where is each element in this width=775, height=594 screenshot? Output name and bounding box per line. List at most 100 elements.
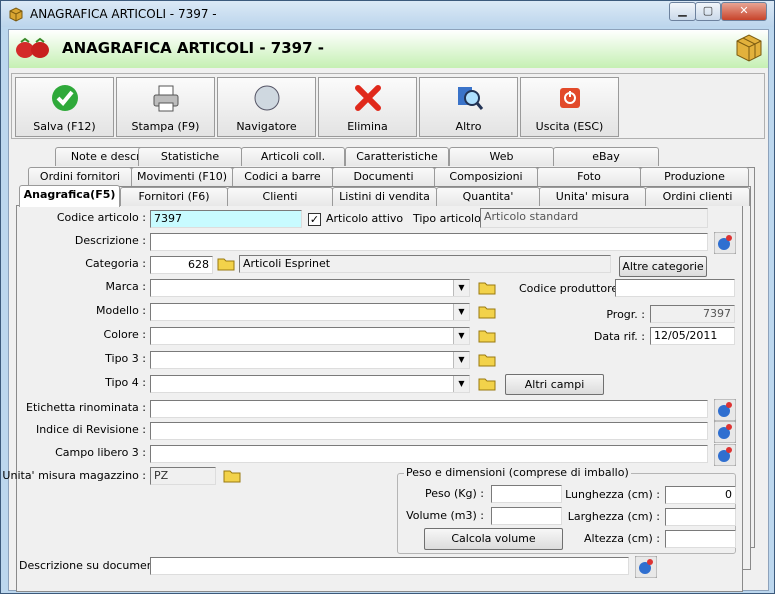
categoria-code-field[interactable]: 628 <box>150 256 213 274</box>
tab-listini[interactable]: Listini di vendita <box>332 187 437 206</box>
lunghezza-field[interactable]: 0 <box>665 486 736 504</box>
tipo-articolo-label: Tipo articolo : <box>413 212 489 225</box>
tab-ordini-clienti[interactable]: Ordini clienti <box>645 187 750 206</box>
minimize-button[interactable]: ▁ <box>669 2 696 21</box>
tab-statistiche[interactable]: Statistiche <box>138 147 242 166</box>
colore-label: Colore : <box>103 328 146 341</box>
tab-produzione[interactable]: Produzione <box>640 167 749 186</box>
peso-label: Peso (Kg) : <box>425 487 484 500</box>
print-button[interactable]: Stampa (F9) <box>116 77 215 137</box>
colore-folder-icon[interactable] <box>477 327 497 345</box>
colore-select[interactable]: ▼ <box>150 327 470 345</box>
peso-group-title: Peso e dimensioni (comprese di imballo) <box>404 466 631 479</box>
tab-caratteristiche[interactable]: Caratteristiche <box>345 147 449 166</box>
um-field: PZ <box>150 467 216 485</box>
app-box-icon <box>9 7 23 22</box>
delete-label: Elimina <box>347 120 388 133</box>
codice-field[interactable]: 7397 <box>150 210 302 228</box>
delete-x-icon <box>355 85 381 111</box>
marca-folder-icon[interactable] <box>477 279 497 297</box>
globe-icon[interactable] <box>635 556 657 578</box>
save-label: Salva (F12) <box>33 120 96 133</box>
title-bar[interactable]: ANAGRAFICA ARTICOLI - 7397 - ▁ ▢ ✕ <box>1 1 774 27</box>
categoria-folder-icon[interactable] <box>216 255 236 273</box>
peso-field[interactable] <box>491 485 562 503</box>
altezza-field[interactable] <box>665 530 736 548</box>
toolbar: Salva (F12) Stampa (F9) Navigatore Elimi… <box>11 73 765 139</box>
attivo-label: Articolo attivo <box>326 212 404 225</box>
tipo4-folder-icon[interactable] <box>477 375 497 393</box>
codice-produttore-label: Codice produttore : <box>519 282 626 295</box>
globe-icon[interactable] <box>714 232 736 254</box>
tab-unita-misura[interactable]: Unita' misura <box>539 187 646 206</box>
modello-folder-icon[interactable] <box>477 303 497 321</box>
tipo-articolo-field[interactable]: Articolo standard <box>480 208 708 228</box>
modello-select[interactable]: ▼ <box>150 303 470 321</box>
um-label: Unita' misura magazzino : <box>2 469 146 482</box>
peso-dimensioni-group: Peso e dimensioni (comprese di imballo) … <box>397 466 736 554</box>
globe-icon[interactable] <box>714 399 736 421</box>
campo3-label: Campo libero 3 : <box>55 446 146 459</box>
check-icon <box>52 85 78 111</box>
attivo-checkbox[interactable]: ✓ <box>308 213 321 226</box>
close-button[interactable]: ✕ <box>721 2 767 21</box>
tab-foto[interactable]: Foto <box>537 167 641 186</box>
delete-button[interactable]: Elimina <box>318 77 417 137</box>
tab-quantita[interactable]: Quantita' <box>436 187 540 206</box>
anagrafica-page: Codice articolo : 7397 ✓ Articolo attivo… <box>2 205 743 592</box>
um-folder-icon[interactable] <box>222 467 242 485</box>
indice-field[interactable] <box>150 422 708 440</box>
printer-icon <box>153 85 179 112</box>
descrizione-label: Descrizione : <box>74 234 146 247</box>
chevron-down-icon[interactable]: ▼ <box>453 328 469 344</box>
exit-label: Uscita (ESC) <box>535 120 604 133</box>
categoria-label: Categoria : <box>85 257 146 270</box>
chevron-down-icon[interactable]: ▼ <box>453 280 469 296</box>
codice-produttore-field[interactable] <box>615 279 735 297</box>
globe-icon[interactable] <box>714 444 736 466</box>
etichetta-field[interactable] <box>150 400 708 418</box>
tipo3-folder-icon[interactable] <box>477 351 497 369</box>
tab-anagrafica[interactable]: Anagrafica(F5) <box>19 185 120 207</box>
desc-doc-label: Descrizione su documenti: <box>19 559 165 572</box>
altre-categorie-button[interactable]: Altre categorie <box>619 256 707 277</box>
lunghezza-label: Lunghezza (cm) : <box>565 488 660 501</box>
strawberry-logo-icon <box>16 37 49 58</box>
tab-web[interactable]: Web <box>449 147 554 166</box>
desc-doc-field[interactable] <box>150 557 629 575</box>
marca-select[interactable]: ▼ <box>150 279 470 297</box>
campo3-field[interactable] <box>150 445 708 463</box>
maximize-button[interactable]: ▢ <box>695 2 721 21</box>
indice-label: Indice di Revisione : <box>35 423 146 436</box>
descrizione-field[interactable] <box>150 233 708 251</box>
tab-fornitori[interactable]: Fornitori (F6) <box>120 187 228 206</box>
modello-label: Modello : <box>95 304 146 317</box>
tab-row-3: Anagrafica(F5) Fornitori (F6) Clienti Li… <box>16 185 756 207</box>
power-icon <box>560 88 580 108</box>
navigator-button[interactable]: Navigatore <box>217 77 316 137</box>
exit-button[interactable]: Uscita (ESC) <box>520 77 619 137</box>
tipo3-select[interactable]: ▼ <box>150 351 470 369</box>
tab-codici-barre[interactable]: Codici a barre <box>232 167 333 186</box>
tab-articoli-coll[interactable]: Articoli coll. <box>241 147 345 166</box>
tab-ordini-fornitori[interactable]: Ordini fornitori <box>28 167 132 186</box>
save-button[interactable]: Salva (F12) <box>15 77 114 137</box>
data-rif-field[interactable]: 12/05/2011 <box>650 327 735 345</box>
other-button[interactable]: Altro <box>419 77 518 137</box>
calcola-volume-button[interactable]: Calcola volume <box>424 528 563 550</box>
tab-composizioni[interactable]: Composizioni <box>434 167 538 186</box>
tab-ebay[interactable]: eBay <box>553 147 659 166</box>
tab-movimenti[interactable]: Movimenti (F10) <box>131 167 233 186</box>
app-window: ANAGRAFICA ARTICOLI - 7397 - ▁ ▢ ✕ ANAGR… <box>0 0 775 594</box>
tab-clienti[interactable]: Clienti <box>227 187 333 206</box>
larghezza-field[interactable] <box>665 508 736 526</box>
volume-field[interactable] <box>491 507 562 525</box>
tab-documenti[interactable]: Documenti <box>332 167 435 186</box>
tipo4-select[interactable]: ▼ <box>150 375 470 393</box>
globe-icon[interactable] <box>714 421 736 443</box>
chevron-down-icon[interactable]: ▼ <box>453 376 469 392</box>
chevron-down-icon[interactable]: ▼ <box>453 304 469 320</box>
larghezza-label: Larghezza (cm) : <box>567 510 660 523</box>
chevron-down-icon[interactable]: ▼ <box>453 352 469 368</box>
altri-campi-button[interactable]: Altri campi <box>505 374 604 395</box>
